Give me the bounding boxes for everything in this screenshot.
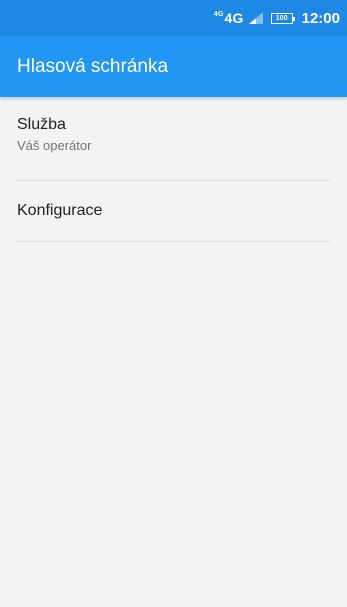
settings-item-configuration[interactable]: Konfigurace <box>17 181 330 242</box>
battery-level: 100 <box>275 14 288 22</box>
settings-item-service-title: Služba <box>17 116 66 133</box>
settings-item-configuration-title: Konfigurace <box>17 202 103 219</box>
app-bar: Hlasová schránka <box>0 36 347 97</box>
settings-item-service-subtitle: Váš operátor <box>17 138 92 153</box>
network-label: 4G <box>224 10 244 26</box>
network-4g-icon: 4G 4G <box>214 10 244 26</box>
battery-icon: 100 <box>270 12 295 24</box>
settings-list: Služba Váš operátor Konfigurace <box>0 97 347 242</box>
status-bar: 4G 4G 100 12:00 <box>0 0 347 36</box>
network-superscript: 4G <box>213 11 224 18</box>
status-clock: 12:00 <box>301 9 340 27</box>
screen: 4G 4G 100 12:00 Hlasová schránka Služba … <box>0 0 347 607</box>
signal-icon <box>248 12 263 24</box>
settings-item-service[interactable]: Služba Váš operátor <box>17 97 330 181</box>
page-title: Hlasová schránka <box>17 55 169 77</box>
